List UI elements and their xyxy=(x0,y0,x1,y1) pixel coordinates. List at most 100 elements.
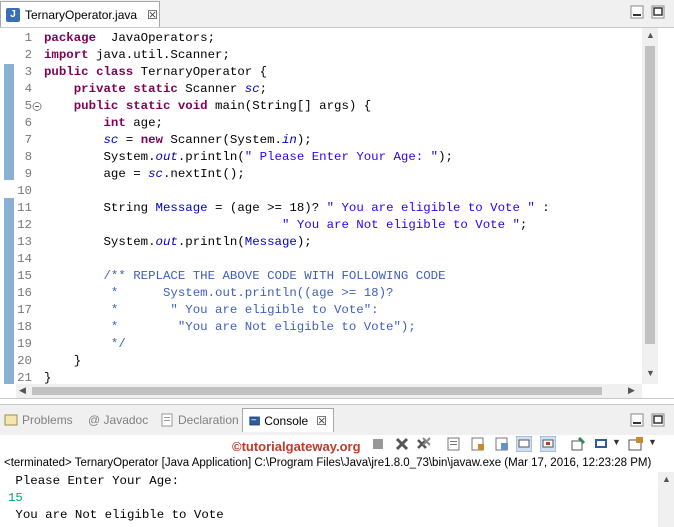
code-text: String Message = (age >= 18)? " You are … xyxy=(44,200,549,217)
tab-problems[interactable]: Problems xyxy=(4,408,73,432)
scroll-up-icon[interactable]: ▲ xyxy=(646,30,655,40)
java-file-icon: J xyxy=(6,7,20,22)
code-line[interactable]: 17 * " You are eligible to Vote": xyxy=(0,302,640,319)
code-token: * "You are Not eligible to Vote"); xyxy=(110,320,416,334)
code-token: .println( xyxy=(177,150,245,164)
scroll-down-icon[interactable]: ▼ xyxy=(646,368,655,378)
code-token: int xyxy=(103,116,126,130)
code-line[interactable]: 8 System.out.println(" Please Enter Your… xyxy=(0,149,640,166)
tab-label: Console xyxy=(264,413,309,428)
code-line[interactable]: 7 sc = new Scanner(System.in); xyxy=(0,132,640,149)
editor-tab-ternaryoperator[interactable]: J TernaryOperator.java ☒ xyxy=(0,1,160,27)
code-line[interactable]: 12 " You are Not eligible to Vote "; xyxy=(0,217,640,234)
tab-declaration[interactable]: Declaration xyxy=(160,408,239,432)
code-token: static xyxy=(133,82,178,96)
show-console-stdout-icon[interactable] xyxy=(516,436,532,452)
code-area[interactable]: 1 package JavaOperators; 2 import java.util… xyxy=(0,28,642,385)
code-token: ); xyxy=(438,150,453,164)
code-text: public class TernaryOperator { xyxy=(44,64,267,81)
line-number: 20 xyxy=(17,354,32,368)
dropdown-icon[interactable]: ▼ xyxy=(612,437,621,447)
code-token: " Please Enter Your Age: " xyxy=(244,150,439,164)
open-console-icon[interactable] xyxy=(628,436,644,452)
scroll-up-icon[interactable]: ▲ xyxy=(662,474,671,484)
dropdown-icon[interactable]: ▼ xyxy=(648,437,657,447)
code-token: package xyxy=(44,31,97,45)
code-text: import java.util.Scanner; xyxy=(44,47,230,64)
code-token: Message xyxy=(155,201,208,215)
code-token: out xyxy=(155,150,178,164)
code-token: JavaOperators; xyxy=(96,31,216,45)
code-token: * " You are eligible to Vote": xyxy=(110,303,379,317)
code-token: " You are eligible to Vote " xyxy=(326,201,535,215)
line-number: 15 xyxy=(17,269,32,283)
word-wrap-icon[interactable] xyxy=(494,436,510,452)
console-scrollbar[interactable]: ▲ xyxy=(658,472,674,527)
scroll-thumb[interactable] xyxy=(32,387,602,395)
code-line[interactable]: 11 String Message = (age >= 18)? " You a… xyxy=(0,200,640,217)
code-line[interactable]: 20 } xyxy=(0,353,640,370)
clear-console-icon[interactable] xyxy=(446,436,462,452)
code-line[interactable]: 9 age = sc.nextInt(); xyxy=(0,166,640,183)
line-number: 7 xyxy=(24,133,32,147)
terminate-icon[interactable] xyxy=(370,436,386,452)
console-status-line: <terminated> TernaryOperator [Java Appli… xyxy=(4,457,652,469)
pin-console-icon[interactable] xyxy=(570,436,586,452)
code-line[interactable]: 16 * System.out.println((age >= 18)? xyxy=(0,285,640,302)
scroll-thumb[interactable] xyxy=(645,46,655,344)
minimize-icon[interactable] xyxy=(630,5,644,19)
minimize-icon[interactable] xyxy=(630,413,644,427)
display-console-icon[interactable] xyxy=(594,436,610,452)
remove-all-terminated-icon[interactable] xyxy=(416,436,432,452)
close-icon[interactable]: ☒ xyxy=(147,8,158,22)
code-line[interactable]: 2 import java.util.Scanner; xyxy=(0,47,640,64)
code-line[interactable]: 13 System.out.println(Message); xyxy=(0,234,640,251)
code-line[interactable]: 10 xyxy=(0,183,640,200)
code-line[interactable]: 3 public class TernaryOperator { xyxy=(0,64,640,81)
code-line[interactable]: 19 */ xyxy=(0,336,640,353)
line-number: 11 xyxy=(17,201,32,215)
code-line[interactable]: 14 xyxy=(0,251,640,268)
code-token: = xyxy=(118,133,141,147)
code-token: class xyxy=(96,65,134,79)
code-text: } xyxy=(44,353,81,370)
code-token: out xyxy=(155,235,178,249)
scroll-left-icon[interactable]: ◀ xyxy=(19,385,26,396)
code-line[interactable]: 4 private static Scanner sc; xyxy=(0,81,640,98)
scroll-right-icon[interactable]: ▶ xyxy=(628,385,635,396)
console-line: You are Not eligible to Vote xyxy=(8,508,224,522)
fold-collapse-icon[interactable] xyxy=(32,98,42,115)
code-token: ); xyxy=(296,133,312,147)
console-output[interactable]: Please Enter Your Age: 15 You are Not eli… xyxy=(0,472,658,527)
code-line[interactable]: 5 public static void main(String[] args)… xyxy=(0,98,640,115)
maximize-icon[interactable] xyxy=(651,5,665,19)
code-line[interactable]: 18 * "You are Not eligible to Vote"); xyxy=(0,319,640,336)
scroll-lock-icon[interactable] xyxy=(470,436,486,452)
close-icon[interactable]: ☒ xyxy=(316,414,327,428)
editor-horizontal-scrollbar[interactable]: ◀ ▶ xyxy=(16,384,642,398)
code-token: in xyxy=(281,133,297,147)
remove-launch-icon[interactable] xyxy=(394,436,410,452)
maximize-icon[interactable] xyxy=(651,413,665,427)
line-number: 6 xyxy=(24,116,32,130)
tab-javadoc[interactable]: @ Javadoc xyxy=(88,408,148,432)
code-token: ; xyxy=(259,82,268,96)
code-token: age = xyxy=(44,167,149,181)
code-editor[interactable]: 1 package JavaOperators; 2 import java.util… xyxy=(0,28,674,399)
code-text: int age; xyxy=(44,115,164,132)
code-line[interactable]: 6 int age; xyxy=(0,115,640,132)
code-token: static xyxy=(125,99,171,113)
editor-vertical-scrollbar[interactable]: ▲ ▼ xyxy=(642,28,658,384)
code-text: /** REPLACE THE ABOVE CODE WITH FOLLOWIN… xyxy=(44,268,446,285)
show-console-stderr-icon[interactable] xyxy=(540,436,556,452)
code-token: import xyxy=(44,48,89,62)
code-line[interactable]: 1 package JavaOperators; xyxy=(0,30,640,47)
tab-console[interactable]: Console ☒ xyxy=(242,408,334,432)
code-line[interactable]: 15 /** REPLACE THE ABOVE CODE WITH FOLLO… xyxy=(0,268,640,285)
code-token: */ xyxy=(110,337,126,351)
